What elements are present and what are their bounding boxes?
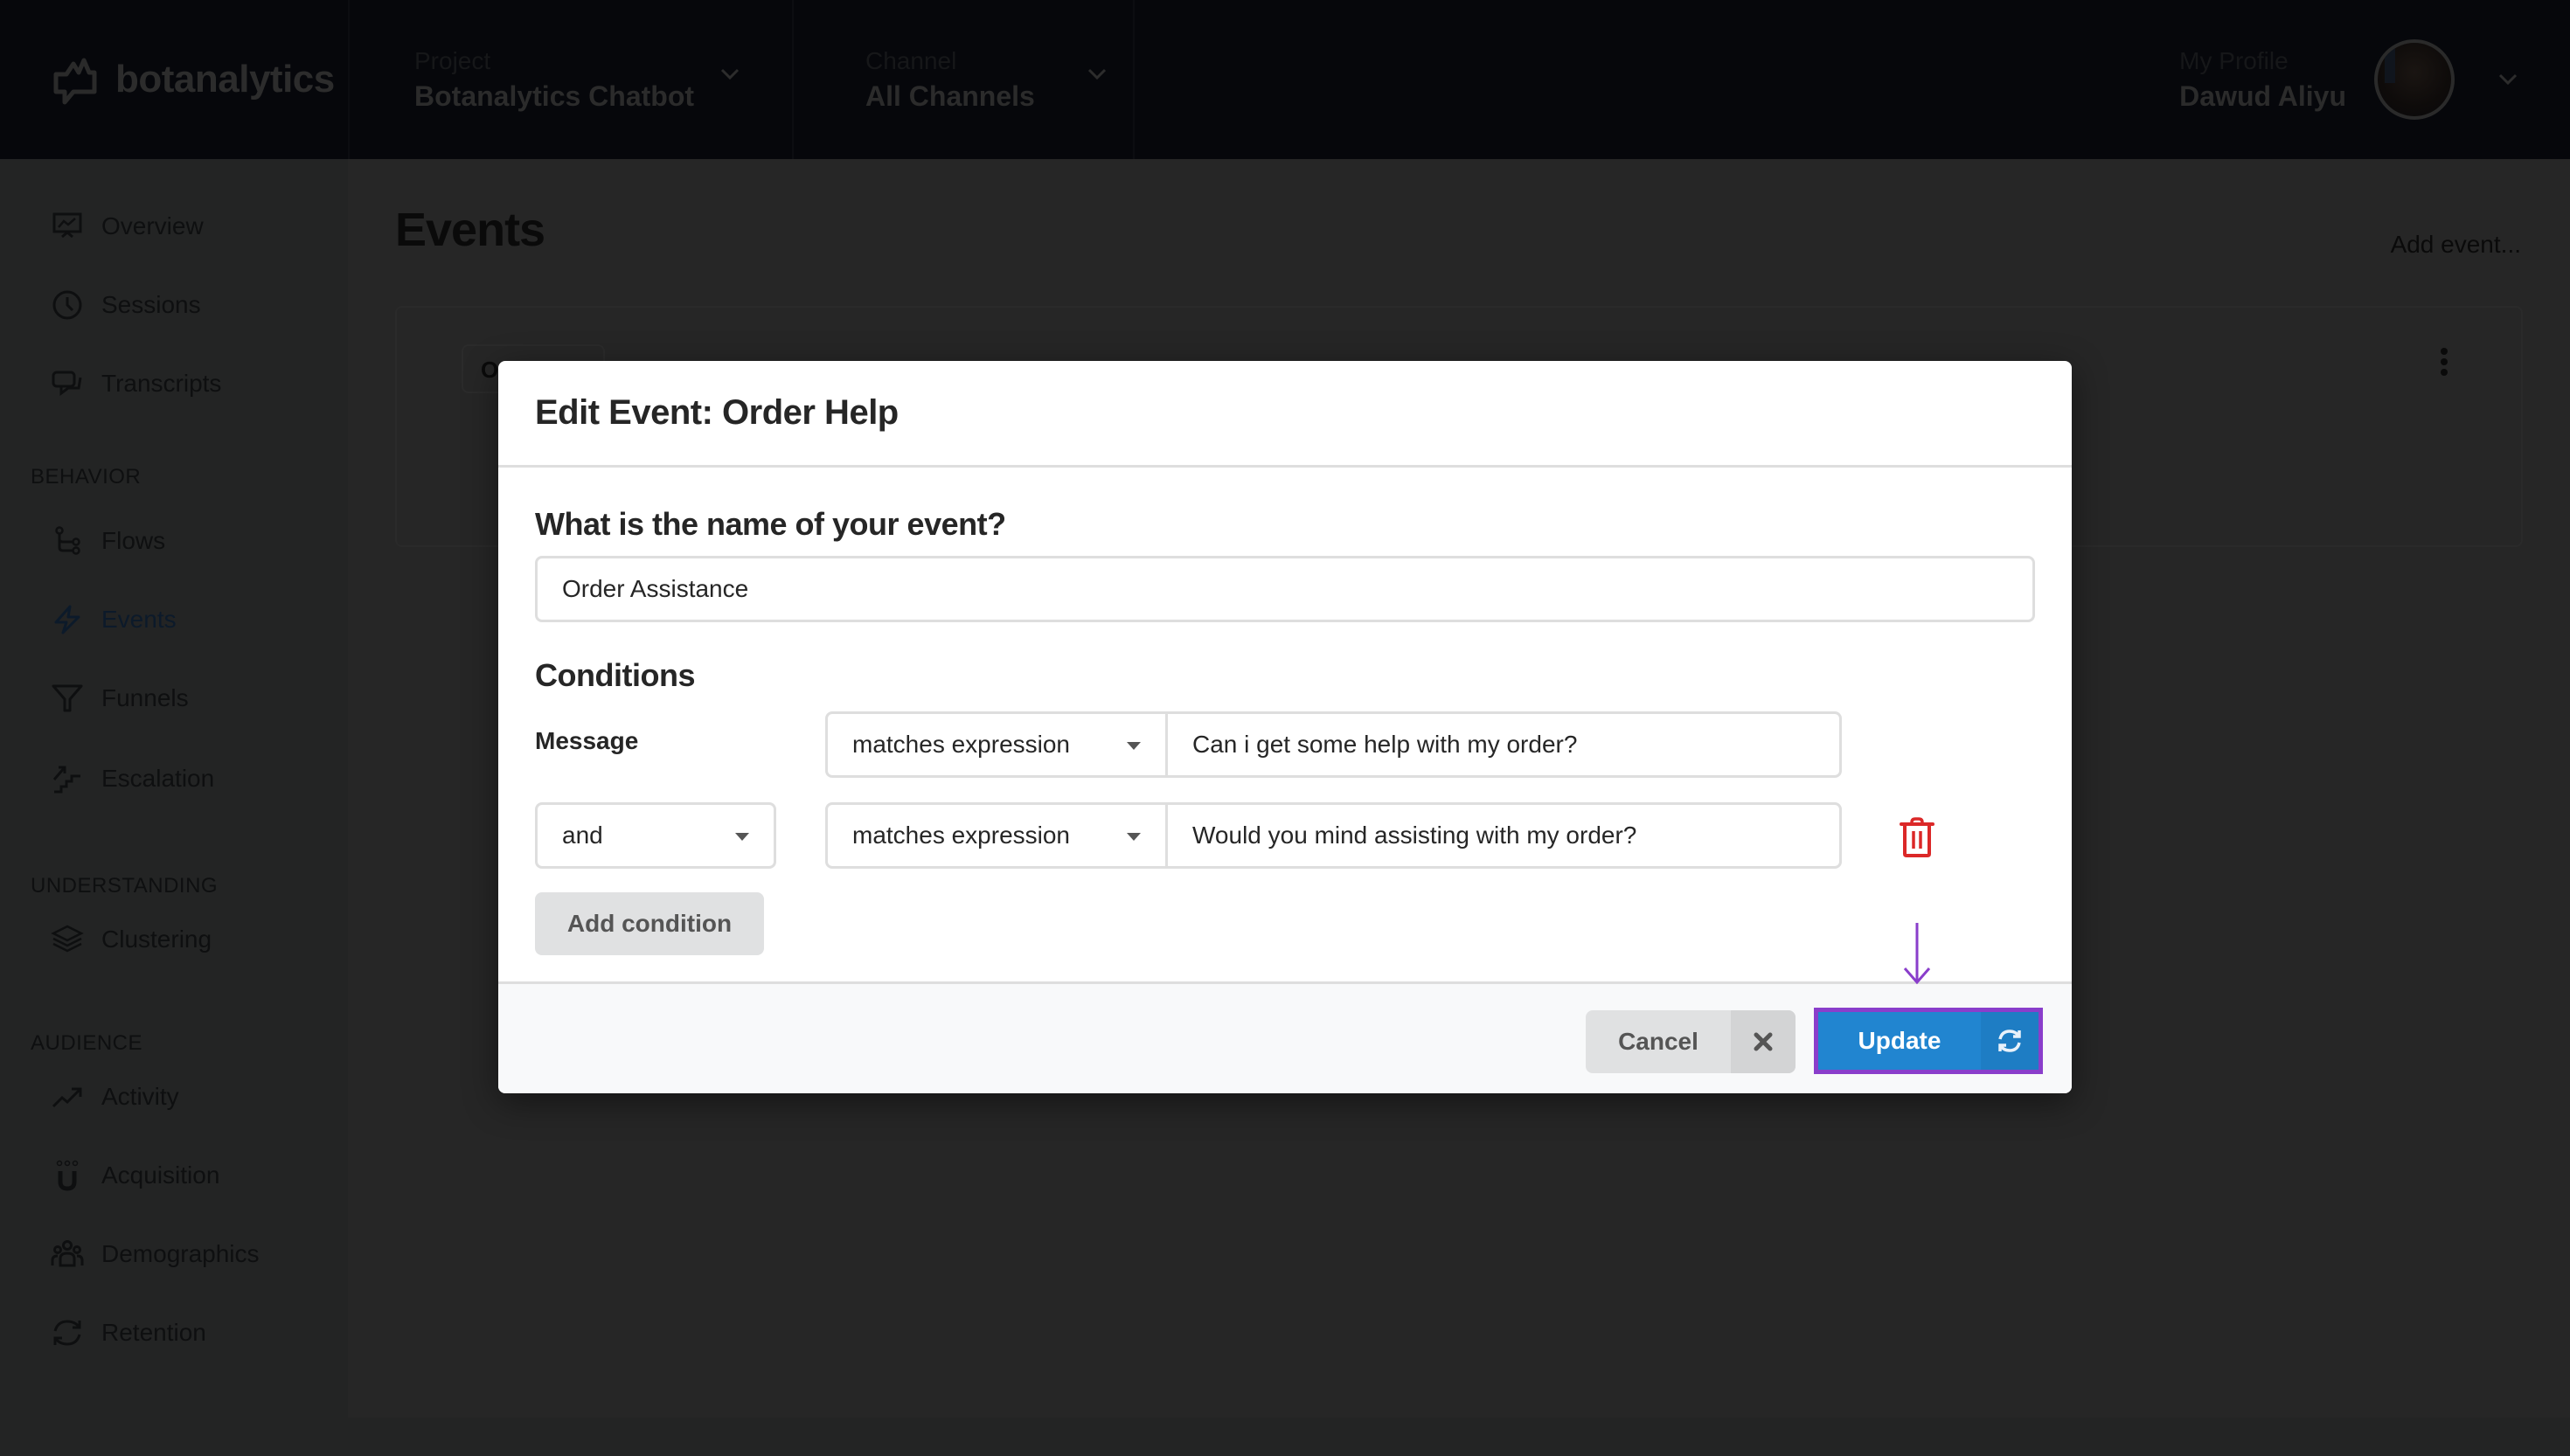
footer-strip	[348, 1418, 2570, 1456]
add-event-link[interactable]: Add event...	[2391, 231, 2521, 259]
magnet-users-icon	[56, 1160, 79, 1191]
sidebar-item-retention[interactable]: Retention	[51, 1316, 206, 1349]
cancel-label: Cancel	[1618, 1028, 1698, 1055]
condition-join-value: and	[562, 822, 603, 849]
update-button-highlight: Update	[1814, 1008, 2043, 1074]
sidebar-item-label: Retention	[101, 1319, 206, 1346]
sidebar-item-label: Acquisition	[101, 1161, 220, 1189]
edit-event-modal: Edit Event: Order Help What is the name …	[498, 361, 2072, 1093]
conditions-heading: Conditions	[535, 657, 695, 693]
trash-icon[interactable]	[1900, 817, 1934, 857]
refresh-icon	[1998, 1030, 2021, 1052]
presentation-chart-icon	[52, 212, 82, 239]
refresh-icon	[53, 1320, 81, 1346]
condition-operator-select[interactable]: matches expression	[825, 711, 1168, 778]
sidebar-item-label: Escalation	[101, 765, 215, 792]
channel-selector[interactable]: Channel All Channels	[794, 0, 1135, 159]
sidebar-item-label: Overview	[101, 212, 204, 239]
top-bar: botanalytics Project Botanalytics Chatbo…	[0, 0, 2570, 159]
chevron-down-icon	[1087, 68, 1107, 80]
chat-bubbles-icon	[52, 371, 82, 396]
sidebar-item-sessions[interactable]: Sessions	[51, 288, 201, 322]
profile-name: Dawud Aliyu	[2179, 80, 2346, 112]
sidebar-item-overview[interactable]: Overview	[51, 210, 204, 243]
channel-value: All Channels	[865, 80, 1035, 112]
chevron-down-icon	[2498, 73, 2518, 86]
sidebar-item-label: Activity	[101, 1083, 179, 1110]
modal-footer: Cancel Update	[498, 981, 2072, 1093]
message-label: Message	[535, 727, 639, 754]
caret-down-icon	[1127, 742, 1141, 750]
sidebar-item-transcripts[interactable]: Transcripts	[51, 367, 221, 400]
sidebar-item-label: Transcripts	[101, 370, 222, 397]
caret-down-icon	[735, 833, 749, 841]
sidebar-item-label: Events	[101, 606, 177, 633]
cancel-button[interactable]: Cancel	[1586, 1010, 1796, 1073]
modal-body: What is the name of your event? Conditio…	[498, 468, 2072, 981]
condition-join-select[interactable]: and	[535, 802, 776, 869]
sidebar-item-clustering[interactable]: Clustering	[51, 923, 212, 956]
sidebar-item-label: Funnels	[101, 684, 189, 711]
sidebar-item-label: Clustering	[101, 926, 212, 953]
funnel-icon	[52, 684, 83, 712]
profile-menu[interactable]: My Profile Dawud Aliyu	[2179, 0, 2570, 159]
update-label: Update	[1858, 1027, 1941, 1054]
page-title: Events	[395, 204, 545, 256]
modal-header: Edit Event: Order Help	[498, 361, 2072, 468]
more-options-icon[interactable]	[2437, 346, 2451, 378]
sidebar-item-escalation[interactable]: Escalation	[51, 762, 214, 795]
profile-text: My Profile Dawud Aliyu	[2179, 47, 2346, 113]
section-behavior: BEHAVIOR	[31, 465, 142, 489]
condition-operator-select[interactable]: matches expression	[825, 802, 1168, 869]
sidebar-item-events[interactable]: Events	[51, 603, 177, 636]
caret-down-icon	[1127, 833, 1141, 841]
sidebar-item-activity[interactable]: Activity	[51, 1080, 179, 1113]
sidebar-item-flows[interactable]: Flows	[51, 524, 165, 558]
logo-text: botanalytics	[115, 58, 335, 101]
add-condition-button[interactable]: Add condition	[535, 892, 764, 955]
sidebar-item-label: Sessions	[101, 291, 201, 318]
trending-up-icon	[52, 1087, 82, 1108]
update-button[interactable]: Update	[1818, 1012, 2039, 1070]
sidebar: Overview Sessions Transcripts BEHAVIOR F…	[0, 159, 348, 1456]
sidebar-item-acquisition[interactable]: Acquisition	[51, 1159, 219, 1192]
logo[interactable]: botanalytics	[0, 0, 350, 159]
profile-label: My Profile	[2179, 46, 2289, 74]
project-selector[interactable]: Project Botanalytics Chatbot	[350, 0, 794, 159]
annotation-arrow-icon	[1903, 923, 1931, 985]
condition-operator-value: matches expression	[852, 731, 1071, 758]
stairs-arrow-icon	[52, 766, 80, 794]
layers-icon	[51, 925, 84, 953]
condition-operator-value: matches expression	[852, 822, 1071, 849]
modal-title: Edit Event: Order Help	[535, 393, 899, 432]
sidebar-item-label: Flows	[101, 527, 166, 554]
lightning-icon	[54, 605, 80, 634]
botanalytics-logo-icon	[53, 58, 97, 105]
event-name-input[interactable]	[535, 556, 2035, 622]
chevron-down-icon	[720, 68, 740, 80]
project-value: Botanalytics Chatbot	[414, 80, 695, 112]
avatar[interactable]	[2374, 39, 2455, 120]
close-icon	[1754, 1032, 1773, 1051]
condition-value-input[interactable]	[1165, 711, 1842, 778]
users-group-icon	[51, 1240, 84, 1267]
flow-branch-icon	[55, 526, 80, 555]
sidebar-item-label: Demographics	[101, 1240, 260, 1267]
clock-icon	[52, 290, 82, 320]
section-audience: AUDIENCE	[31, 1031, 143, 1055]
condition-value-input[interactable]	[1165, 802, 1842, 869]
sidebar-item-demographics[interactable]: Demographics	[51, 1238, 260, 1271]
event-name-question: What is the name of your event?	[535, 506, 1006, 542]
sidebar-item-funnels[interactable]: Funnels	[51, 682, 189, 715]
section-understanding: UNDERSTANDING	[31, 874, 219, 898]
